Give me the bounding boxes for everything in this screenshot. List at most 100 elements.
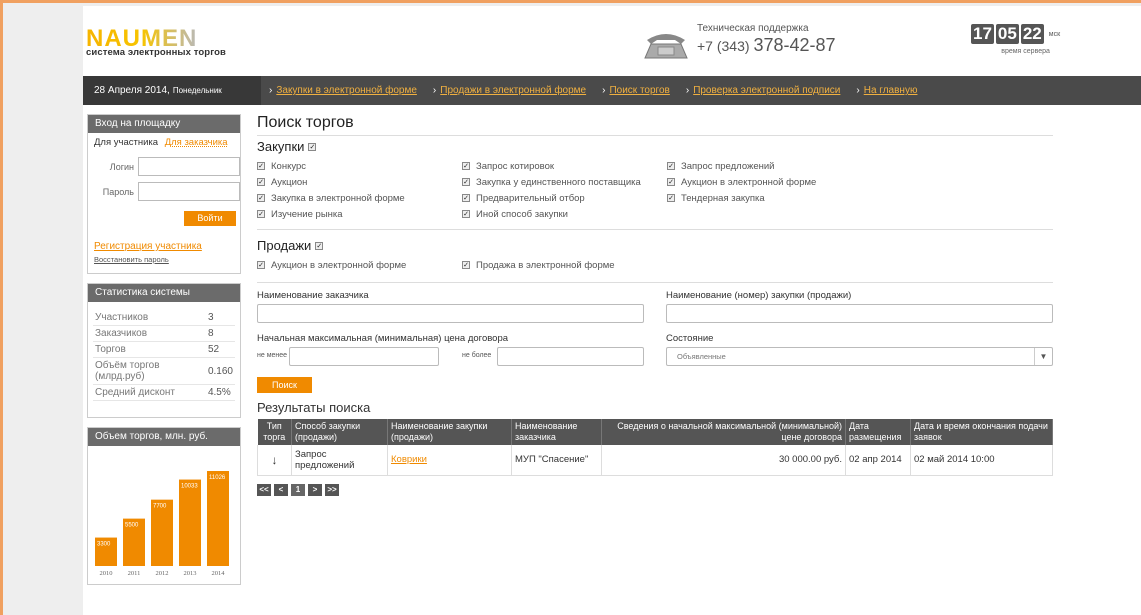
purchase-type-checkbox[interactable]: ✓ Конкурс xyxy=(257,159,462,173)
stats-panel: Статистика системы Участников 3 Заказчико… xyxy=(87,283,241,418)
checkbox-checked-icon: ✓ xyxy=(462,210,470,218)
nav-date: 28 Апреля 2014, Понедельник xyxy=(83,76,261,105)
logo-subtitle: система электронных торгов xyxy=(86,47,226,58)
results-title: Результаты поиска xyxy=(257,400,371,415)
login-panel-title: Вход на площадку xyxy=(88,115,240,133)
login-panel: Вход на площадку Для участника Для заказ… xyxy=(87,114,241,274)
nav-link-home[interactable]: › На главную xyxy=(856,85,917,96)
checkbox-label: Предварительный отбор xyxy=(476,192,585,204)
nav-link-search[interactable]: › Поиск торгов xyxy=(602,85,670,96)
col-header: Сведения о начальной максимальной (миним… xyxy=(601,419,846,445)
search-button[interactable]: Поиск xyxy=(257,377,312,393)
chart-category-label: 2014 xyxy=(212,570,226,577)
chart-category-label: 2011 xyxy=(128,570,141,577)
search-form: Наименование заказчика Наименование (ном… xyxy=(257,290,1053,398)
restore-password-link[interactable]: Восстановить пароль xyxy=(94,255,169,264)
cell-customer: МУП "Спасение" xyxy=(511,445,602,476)
password-input[interactable] xyxy=(138,182,240,201)
stats-value: 4.5% xyxy=(201,384,235,401)
purchase-name-input[interactable] xyxy=(666,304,1053,323)
pager-page[interactable]: 1 xyxy=(291,483,305,496)
purchase-name-label: Наименование (номер) закупки (продажи) xyxy=(666,290,852,301)
main-content: Поиск торгов Закупки ✓ ✓ Конкурс ✓ Запрос … xyxy=(257,112,1053,496)
sale-type-checkbox[interactable]: ✓ Аукцион в электронной форме xyxy=(257,258,462,272)
purchase-link[interactable]: Коврики xyxy=(391,454,427,465)
sales-all-checkbox[interactable]: ✓ xyxy=(315,241,324,250)
stats-row: Средний дисконт 4.5% xyxy=(93,384,235,401)
purchase-type-checkbox[interactable]: ✓ Аукцион xyxy=(257,175,462,189)
stats-row: Объём торгов (млрд.руб) 0.160 xyxy=(93,357,235,385)
checkbox-checked-icon: ✓ xyxy=(667,194,675,202)
clock-minutes: 05 xyxy=(995,24,1019,44)
nav-link-label: Проверка электронной подписи xyxy=(693,85,841,96)
purchase-type-checkbox[interactable]: ✓ Запрос предложений xyxy=(667,159,872,173)
price-min-input[interactable] xyxy=(289,347,439,366)
checkbox-label: Закупка в электронной форме xyxy=(271,192,405,204)
support-info: Техническая поддержка +7 (343) 378-42-87 xyxy=(697,23,836,56)
clock-seconds: 22 xyxy=(1020,24,1044,44)
register-link[interactable]: Регистрация участника xyxy=(94,241,202,252)
chart-data-label: 11026 xyxy=(209,475,226,481)
purchase-type-checkbox[interactable]: ✓ Изучение рынка xyxy=(257,207,462,221)
login-label: Логин xyxy=(109,161,134,172)
nav-link-label: На главную xyxy=(863,85,918,96)
purchase-type-checkbox[interactable]: ✓ Запрос котировок xyxy=(462,159,667,173)
stats-row: Торгов 52 xyxy=(93,341,235,358)
checkbox-checked-icon: ✓ xyxy=(462,178,470,186)
purchase-type-checkbox[interactable]: ✓ Закупка у единственного поставщика xyxy=(462,175,667,189)
state-select[interactable]: Объявленные ▼ xyxy=(666,347,1053,366)
chevron-right-icon: › xyxy=(685,85,690,96)
stats-value: 8 xyxy=(201,325,235,342)
tab-customer[interactable]: Для заказчика xyxy=(165,137,228,148)
clock-hours: 17 xyxy=(971,24,994,44)
sale-type-checkbox[interactable]: ✓ Продажа в электронной форме xyxy=(462,258,667,272)
pager-first[interactable]: << xyxy=(257,483,271,496)
chart-bar xyxy=(179,479,201,566)
purchase-type-checkbox[interactable]: ✓ Аукцион в электронной форме xyxy=(667,175,872,189)
table-row[interactable]: ↓ Запрос предложений Коврики МУП "Спасен… xyxy=(257,445,1053,476)
logo[interactable]: NAUMEN система электронных торгов xyxy=(86,26,266,60)
pager-last[interactable]: >> xyxy=(325,483,339,496)
nav-link-purchases[interactable]: › Закупки в электронной форме xyxy=(269,85,417,96)
stats-value: 0.160 xyxy=(201,357,235,385)
password-label: Пароль xyxy=(102,186,134,197)
price-max-input[interactable] xyxy=(497,347,644,366)
nav-link-sales[interactable]: › Продажи в электронной форме xyxy=(433,85,586,96)
price-max-label: не более xyxy=(462,352,492,359)
purchase-type-checkbox[interactable]: ✓ Иной способ закупки xyxy=(462,207,667,221)
support-phone: +7 (343) 378-42-87 xyxy=(697,35,836,56)
login-tabs: Для участника Для заказчика xyxy=(88,133,240,148)
pager-next[interactable]: > xyxy=(308,483,322,496)
state-select-value: Объявленные xyxy=(677,352,726,361)
nav-link-label: Закупки в электронной форме xyxy=(276,85,417,96)
login-input[interactable] xyxy=(138,157,240,176)
customer-name-input[interactable] xyxy=(257,304,644,323)
cell-date-posted: 02 апр 2014 xyxy=(845,445,911,476)
nav-link-signature-check[interactable]: › Проверка электронной подписи xyxy=(686,85,841,96)
chevron-down-icon[interactable]: ▼ xyxy=(1034,348,1052,365)
purchases-heading: Закупки ✓ xyxy=(257,139,1053,154)
purchase-type-checkbox[interactable]: ✓ Закупка в электронной форме xyxy=(257,191,462,205)
checkbox-label: Аукцион в электронной форме xyxy=(681,176,817,188)
purchase-type-checkbox[interactable]: ✓ Предварительный отбор xyxy=(462,191,667,205)
pagination: << < 1 > >> xyxy=(257,483,1053,496)
col-header: Тип торга xyxy=(257,419,292,445)
sales-checkbox-grid: ✓ Аукцион в электронной форме ✓ Продажа в … xyxy=(257,258,1053,272)
pager-prev[interactable]: < xyxy=(274,483,288,496)
logo-text: NAUMEN xyxy=(86,26,197,48)
divider xyxy=(257,229,1053,230)
header: NAUMEN система электронных торгов Технич… xyxy=(83,6,1141,74)
volume-panel-title: Объем торгов, млн. руб. xyxy=(88,428,240,446)
checkbox-label: Запрос предложений xyxy=(681,160,775,172)
top-nav: 28 Апреля 2014, Понедельник › Закупки в э… xyxy=(83,76,1141,105)
login-button[interactable]: Войти xyxy=(184,211,236,226)
tab-participant[interactable]: Для участника xyxy=(94,137,158,148)
volume-chart: 3300 2010 5500 2011 7700 2012 10033 2013 11026 20… xyxy=(95,471,229,577)
sales-heading-text: Продажи xyxy=(257,238,312,253)
password-row: Пароль xyxy=(88,182,240,201)
col-header: Дата и время окончания подачи заявок xyxy=(910,419,1053,445)
purchase-type-checkbox[interactable]: ✓ Тендерная закупка xyxy=(667,191,872,205)
checkbox-checked-icon: ✓ xyxy=(257,162,265,170)
purchases-all-checkbox[interactable]: ✓ xyxy=(308,142,317,151)
chevron-right-icon: › xyxy=(856,85,860,96)
